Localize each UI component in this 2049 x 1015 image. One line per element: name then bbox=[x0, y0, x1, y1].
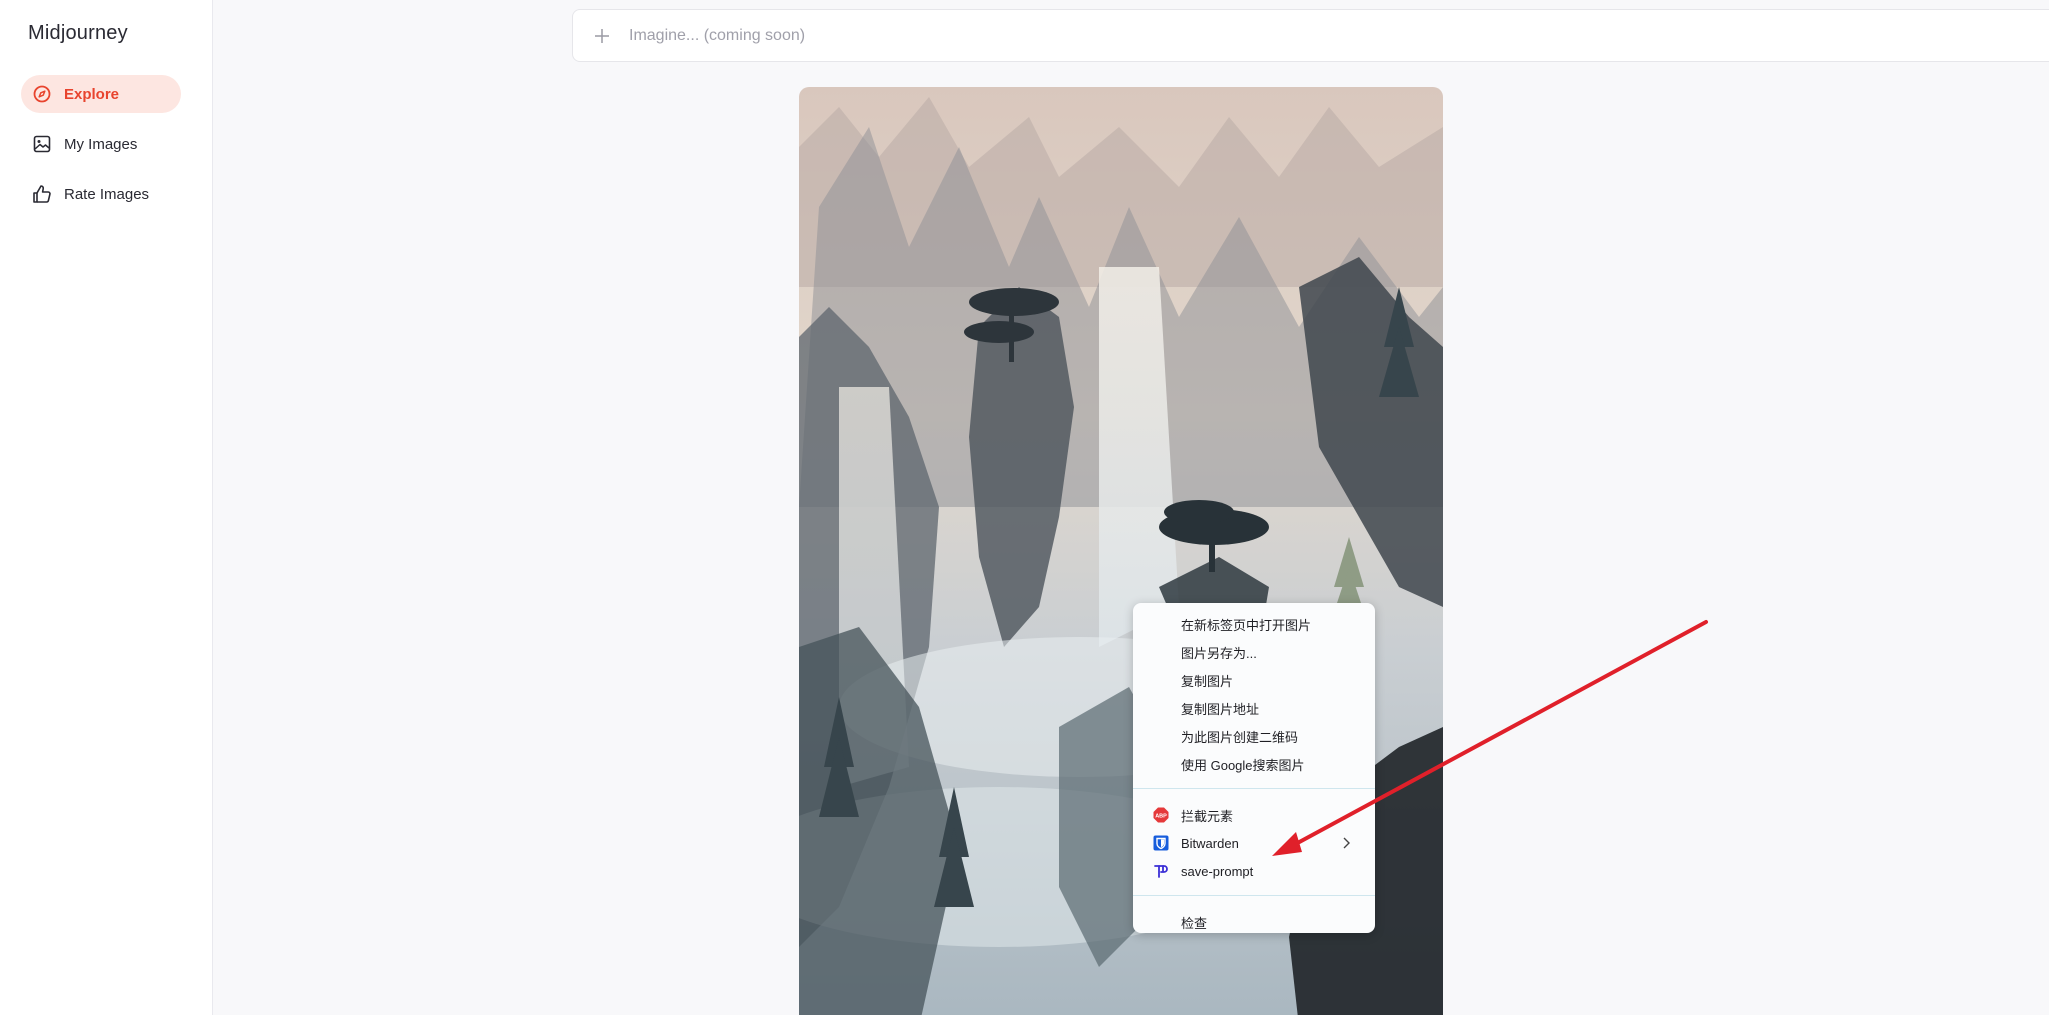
menu-item-block-element[interactable]: ABP 拦截元素 bbox=[1133, 801, 1375, 829]
menu-item-label: 复制图片地址 bbox=[1181, 701, 1260, 717]
sidebar-item-label: Rate Images bbox=[64, 185, 150, 203]
menu-item-label: Bitwarden bbox=[1181, 835, 1239, 851]
menu-item-label: 拦截元素 bbox=[1181, 808, 1234, 824]
brand-logo-text[interactable]: Midjourney bbox=[28, 22, 128, 45]
save-prompt-icon bbox=[1153, 863, 1169, 879]
menu-separator bbox=[1133, 788, 1375, 789]
sidebar: Midjourney Explore My Images Rate Images bbox=[0, 0, 213, 1015]
prompt-bar[interactable]: Imagine... (coming soon) bbox=[572, 9, 2049, 62]
menu-item-label: 为此图片创建二维码 bbox=[1181, 729, 1299, 745]
compass-icon bbox=[32, 84, 52, 104]
sidebar-item-my-images[interactable]: My Images bbox=[21, 125, 181, 163]
menu-item-inspect[interactable]: 检查 bbox=[1133, 908, 1375, 936]
bitwarden-icon bbox=[1153, 835, 1169, 851]
svg-text:ABP: ABP bbox=[1155, 814, 1167, 820]
sidebar-item-label: My Images bbox=[64, 135, 138, 153]
menu-item-label: 图片另存为... bbox=[1181, 645, 1257, 661]
menu-item-open-image-new-tab[interactable]: 在新标签页中打开图片 bbox=[1133, 610, 1375, 638]
menu-separator bbox=[1133, 895, 1375, 896]
thumbs-up-icon bbox=[32, 184, 52, 204]
menu-item-label: 使用 Google搜索图片 bbox=[1181, 757, 1305, 773]
app-window: Midjourney Explore My Images Rate Images… bbox=[0, 0, 2049, 1015]
menu-item-label: 在新标签页中打开图片 bbox=[1181, 617, 1312, 633]
adblock-icon: ABP bbox=[1153, 807, 1169, 823]
menu-item-label: 检查 bbox=[1181, 915, 1208, 931]
menu-item-save-prompt[interactable]: save-prompt bbox=[1133, 857, 1375, 885]
chevron-right-icon bbox=[1341, 836, 1351, 850]
sidebar-item-label: Explore bbox=[64, 85, 120, 103]
prompt-input-placeholder[interactable]: Imagine... (coming soon) bbox=[629, 27, 805, 45]
menu-item-label: save-prompt bbox=[1181, 863, 1254, 879]
sidebar-item-rate-images[interactable]: Rate Images bbox=[21, 175, 181, 213]
context-menu: 在新标签页中打开图片 图片另存为... 复制图片 复制图片地址 为此图片创建二维… bbox=[1133, 603, 1375, 933]
sidebar-item-explore[interactable]: Explore bbox=[21, 75, 181, 113]
menu-item-save-image-as[interactable]: 图片另存为... bbox=[1133, 638, 1375, 666]
menu-item-label: 复制图片 bbox=[1181, 673, 1234, 689]
image-icon bbox=[32, 134, 52, 154]
menu-item-copy-image-address[interactable]: 复制图片地址 bbox=[1133, 694, 1375, 722]
plus-icon[interactable] bbox=[593, 27, 611, 45]
menu-item-bitwarden[interactable]: Bitwarden bbox=[1133, 829, 1375, 857]
menu-item-create-qr-code[interactable]: 为此图片创建二维码 bbox=[1133, 722, 1375, 750]
menu-item-search-image-google[interactable]: 使用 Google搜索图片 bbox=[1133, 750, 1375, 778]
menu-item-copy-image[interactable]: 复制图片 bbox=[1133, 666, 1375, 694]
